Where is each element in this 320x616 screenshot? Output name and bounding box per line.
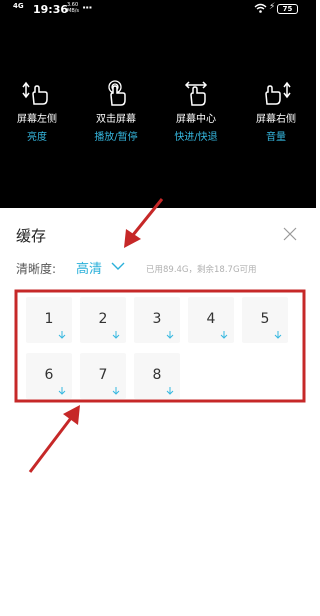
download-icon (274, 331, 282, 339)
gesture-right-title: 屏幕右侧 (256, 114, 296, 125)
episode-item-6[interactable]: 6 (26, 353, 72, 399)
gesture-hint-double-tap: 双击屏幕 播放/暂停 (84, 80, 148, 143)
gesture-hint-right: 屏幕右侧 音量 (244, 80, 308, 143)
status-time: 19:36 (33, 3, 69, 16)
episode-item-2[interactable]: 2 (80, 297, 126, 343)
swipe-vertical-right-hand-icon (265, 81, 291, 105)
episode-item-4[interactable]: 4 (188, 297, 234, 343)
episode-number: 6 (44, 367, 54, 383)
more-notifications: ··· (82, 1, 93, 14)
gesture-center-title: 屏幕中心 (176, 114, 216, 125)
episode-item-7[interactable]: 7 (80, 353, 126, 399)
episode-number: 2 (98, 311, 108, 327)
download-icon (58, 387, 66, 395)
battery-indicator: 75 (277, 4, 298, 14)
download-icon (220, 331, 228, 339)
gesture-left-title: 屏幕左侧 (17, 114, 57, 125)
episode-number: 8 (152, 367, 162, 383)
episode-item-1[interactable]: 1 (26, 297, 72, 343)
net-speed: 3.60 MB/s (67, 2, 79, 14)
episode-item-5[interactable]: 5 (242, 297, 288, 343)
gesture-hint-center: 屏幕中心 快进/快退 (164, 80, 228, 143)
signal-indicator: 4G (13, 2, 24, 10)
episode-item-3[interactable]: 3 (134, 297, 180, 343)
definition-label: 清晰度: (16, 262, 57, 276)
download-icon (166, 387, 174, 395)
gesture-double-tap-subtitle: 播放/暂停 (94, 132, 138, 143)
close-icon[interactable] (282, 226, 298, 242)
gesture-double-tap-title: 双击屏幕 (96, 114, 136, 125)
episode-number: 4 (206, 311, 216, 327)
status-bar: 4G 19:36 3.60 MB/s ··· ⚡ 75 (0, 0, 316, 20)
download-icon (112, 331, 120, 339)
net-speed-unit: MB/s (67, 8, 80, 14)
storage-info: 已用89.4G，剩余18.7G可用 (146, 265, 257, 275)
episode-number: 1 (44, 311, 54, 327)
double-tap-hand-icon (108, 80, 126, 106)
chevron-down-icon[interactable] (111, 262, 125, 271)
swipe-horizontal-hand-icon (184, 81, 208, 106)
swipe-vertical-left-hand-icon (22, 81, 48, 105)
download-icon (166, 331, 174, 339)
episode-number: 3 (152, 311, 162, 327)
charging-icon: ⚡ (269, 2, 276, 12)
gesture-center-subtitle: 快进/快退 (174, 132, 218, 143)
episode-number: 7 (98, 367, 108, 383)
gesture-left-subtitle: 亮度 (27, 132, 47, 143)
gesture-hint-left: 屏幕左侧 亮度 (5, 80, 69, 143)
panel-title: 缓存 (16, 227, 47, 245)
definition-select[interactable]: 高清 (76, 258, 102, 277)
wifi-icon (254, 3, 267, 13)
episode-number: 5 (260, 311, 270, 327)
gesture-right-subtitle: 音量 (266, 132, 286, 143)
video-player-area[interactable]: 4G 19:36 3.60 MB/s ··· ⚡ 75 屏幕左侧 亮度 双击屏幕… (0, 0, 316, 208)
download-icon (112, 387, 120, 395)
episode-item-8[interactable]: 8 (134, 353, 180, 399)
download-icon (58, 331, 66, 339)
cache-panel: 缓存 清晰度: 高清 已用89.4G，剩余18.7G可用 1 2 3 4 5 6… (0, 208, 316, 616)
